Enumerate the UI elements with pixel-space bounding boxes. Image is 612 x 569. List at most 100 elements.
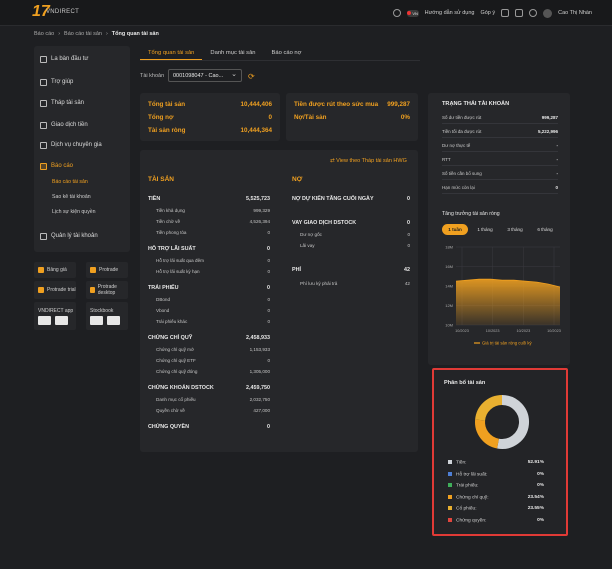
top-right-menu: VN Hướng dẫn sử dụng Góp ý Cao Thị Nhàn (392, 7, 592, 19)
tab-debt-report[interactable]: Báo cáo nợ (264, 46, 310, 60)
period-1-week[interactable]: 1 tuần (442, 224, 468, 235)
category-row: CHỨNG KHOÁN DSTOCK 2,459,750 (148, 385, 270, 391)
period-selector: 1 tuần 1 tháng 3 tháng 6 tháng (442, 224, 558, 235)
sidebar-item-compass[interactable]: La bàn đầu tư (40, 52, 88, 66)
sidebar-subitem-asset-report[interactable]: Báo cáo tài sản (52, 179, 88, 185)
tab-asset-portfolio[interactable]: Danh mục tài sản (202, 46, 263, 60)
price-board-icon (38, 267, 44, 273)
settings-icon[interactable] (392, 9, 401, 17)
summary-withdrawable: Tiền được rút theo sức mua 999,287 (294, 101, 410, 108)
legend-swatch (448, 483, 452, 487)
tab-asset-overview[interactable]: Tổng quan tài sản (140, 46, 203, 60)
sidebar-subitem-rights-calendar[interactable]: Lịch sự kiện quyền (52, 209, 96, 215)
vndirect-logo[interactable]: 17 VNDIRECT (32, 3, 79, 23)
language-switch[interactable]: VN (406, 9, 419, 17)
category-row: PHÍ 42 (292, 267, 410, 273)
summary-debt-ratio: Nợ/Tài sản 0% (294, 114, 410, 121)
row-label: Tiền chờ về (156, 219, 181, 224)
sidebar-item-cash-transactions[interactable]: Giao dịch tiền (40, 118, 88, 132)
hwg-view-link[interactable]: ⇄ View theo Tháp tài sản HWG (330, 158, 407, 164)
legend-swatch (448, 494, 452, 499)
row-value: 0 (267, 424, 270, 430)
protrade-desktop-tile[interactable]: Protrade desktop (86, 281, 128, 299)
user-name[interactable]: Cao Thị Nhàn (558, 10, 592, 16)
apple-store-icon[interactable] (38, 315, 51, 325)
row-label: Chứng chỉ quỹ mở (156, 347, 195, 352)
user-guide-link[interactable]: Hướng dẫn sử dụng (425, 10, 475, 16)
summary-total-debt: Tổng nợ 0 (148, 114, 272, 121)
category-row: VAY GIAO DỊCH DSTOCK 0 (292, 220, 410, 226)
protrade-trial-tile[interactable]: Protrade trial (34, 281, 76, 299)
period-6-months[interactable]: 6 tháng (532, 224, 558, 235)
account-status-panel: TRẠNG THÁI TÀI KHOẢN Số dư tiền được rút… (428, 93, 570, 365)
stockbook-tile[interactable]: Stockbook (86, 302, 128, 330)
breadcrumb-item[interactable]: Báo cáo (34, 31, 54, 37)
status-value: - (556, 157, 559, 162)
status-value: 5,222,996 (537, 129, 558, 134)
row-value: 42 (404, 267, 410, 273)
legend-item: Hỗ trợ lãi suất: 0% (448, 471, 544, 477)
allocation-title: Phân bổ tài sản (444, 380, 486, 386)
price-board-tile[interactable]: Bảng giá (34, 262, 76, 278)
legend-label: Tiền: (456, 460, 467, 466)
legend-item: Tiền: 52.91% (448, 460, 544, 465)
google-play-icon[interactable] (107, 315, 120, 325)
row-label: NỢ DỰ KIẾN TĂNG CUỐI NGÀY (292, 196, 374, 202)
vndirect-app-tile[interactable]: VNDIRECT app (34, 302, 76, 330)
period-1-month[interactable]: 1 tháng (472, 224, 498, 235)
period-3-months[interactable]: 3 tháng (502, 224, 528, 235)
row-label: Quyền chờ về (156, 408, 185, 413)
row-value: 0 (407, 196, 410, 202)
legend-swatch (448, 471, 452, 476)
x-tick-label: 10/2023 (516, 329, 530, 333)
donut-slice (497, 395, 530, 449)
row-label: PHÍ (292, 267, 301, 273)
row-value: 0 (267, 297, 270, 302)
breadcrumb-item[interactable]: Báo cáo tài sản (64, 31, 102, 37)
breadcrumb: Báo cáo › Báo cáo tài sản › Tổng quan tài … (34, 31, 159, 37)
category-row: TIỀN 5,525,723 (148, 196, 270, 202)
legend-value: 52.91% (527, 460, 544, 465)
sidebar-item-asset-tower[interactable]: Tháp tài sản (40, 96, 84, 110)
avatar[interactable] (543, 8, 553, 18)
status-value: - (556, 143, 559, 148)
apple-store-icon[interactable] (90, 315, 103, 325)
row-value: 4,526,394 (249, 219, 270, 224)
sidebar-item-help[interactable]: Trợ giúp (40, 75, 73, 89)
sidebar-item-account-management[interactable]: Quản lý tài khoản (40, 229, 98, 243)
google-play-icon[interactable] (55, 315, 68, 325)
detail-row: Quyền chờ về 427,000 (156, 408, 270, 413)
help-icon[interactable] (529, 9, 538, 17)
x-tick-label: 10/2023 (486, 329, 500, 333)
sidebar-subitem-statement[interactable]: Sao kê tài khoản (52, 194, 91, 200)
detail-row: Chứng chỉ quỹ đóng 1,305,000 (156, 369, 270, 374)
category-row: CHỨNG QUYỀN 0 (148, 424, 270, 430)
sidebar-item-reports[interactable]: Báo cáo (40, 159, 73, 173)
protrade-tile[interactable]: Protrade (86, 262, 128, 278)
compass-icon (40, 55, 47, 63)
area-series (456, 279, 560, 325)
tab-divider (140, 60, 420, 61)
status-label: Số tiền cần bổ sung (442, 171, 482, 176)
x-tick-label: 10/2023 (455, 329, 469, 333)
bell-icon[interactable] (515, 9, 524, 17)
grid-icon[interactable] (501, 9, 510, 17)
account-label: Tài khoản (140, 73, 165, 79)
sidebar-item-expert-service[interactable]: Dịch vụ chuyên gia (40, 138, 102, 152)
row-label: DBond (156, 297, 171, 302)
row-label: TRÁI PHIẾU (148, 285, 179, 291)
donut-slice (475, 395, 503, 421)
allocation-donut-chart (475, 395, 530, 449)
feedback-link[interactable]: Góp ý (480, 10, 495, 16)
status-label: Dư nợ thực tế (442, 143, 471, 148)
refresh-icon[interactable]: ⟳ (248, 72, 255, 81)
row-label: Hỗ trợ lãi suất kỳ hạn (156, 269, 200, 274)
detail-row: Hỗ trợ lãi suất qua đêm 0 (156, 258, 270, 263)
account-select[interactable]: 0001098047 - Cao... (168, 69, 242, 82)
y-tick-label: 16M (445, 264, 453, 269)
summary-total-assets: Tổng tài sản 10,444,406 (148, 101, 272, 108)
status-label: RTT (442, 157, 451, 162)
protrade-trial-icon (38, 287, 44, 293)
legend-value: 23.54% (527, 494, 544, 500)
row-label: VAY GIAO DỊCH DSTOCK (292, 220, 357, 226)
